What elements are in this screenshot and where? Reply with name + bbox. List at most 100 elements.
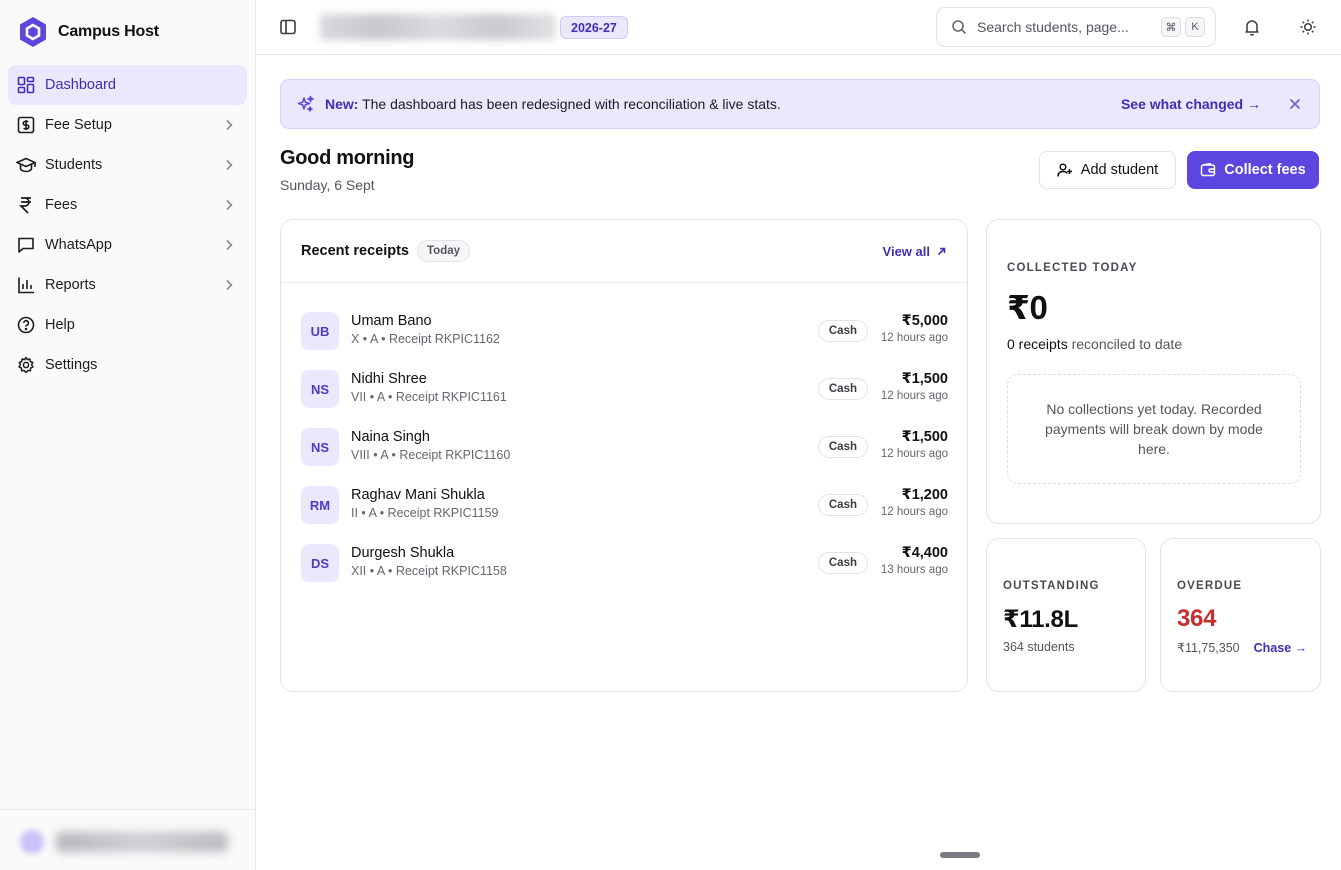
collected-today-label: COLLECTED TODAY bbox=[1007, 262, 1138, 274]
search-input[interactable] bbox=[977, 19, 1151, 35]
sidebar-item-fees[interactable]: Fees bbox=[8, 185, 247, 225]
user-profile[interactable] bbox=[0, 809, 256, 870]
reconciled-suffix: reconciled to date bbox=[1071, 336, 1183, 352]
student-name: Umam Bano bbox=[351, 313, 432, 329]
receipt-time: 13 hours ago bbox=[880, 564, 948, 576]
receipt-details: II • A • Receipt RKPIC1159 bbox=[351, 506, 499, 520]
avatar bbox=[20, 830, 44, 854]
sun-icon[interactable] bbox=[1298, 17, 1318, 37]
table-row[interactable]: DS Durgesh Shukla XII • A • Receipt RKPI… bbox=[301, 544, 948, 602]
sidebar-item-label: WhatsApp bbox=[45, 237, 112, 253]
student-name: Durgesh Shukla bbox=[351, 545, 455, 561]
student-avatar: NS bbox=[301, 370, 339, 408]
sidebar-item-dashboard[interactable]: Dashboard bbox=[8, 65, 247, 105]
view-all-label: View all bbox=[882, 243, 930, 259]
bell-icon[interactable] bbox=[1242, 17, 1262, 37]
receipt-details: VIII • A • Receipt RKPIC1160 bbox=[351, 448, 511, 462]
outstanding-students: 364 students bbox=[1003, 640, 1075, 654]
see-what-changed-link[interactable]: See what changed → bbox=[1121, 96, 1261, 112]
table-row[interactable]: RM Raghav Mani Shukla II • A • Receipt R… bbox=[301, 486, 948, 544]
sidebar-item-label: Dashboard bbox=[45, 77, 116, 93]
brand[interactable]: Campus Host bbox=[18, 16, 159, 48]
chase-link[interactable]: Chase → bbox=[1254, 641, 1308, 655]
rupee-icon bbox=[16, 195, 36, 215]
receipt-details: XII • A • Receipt RKPIC1158 bbox=[351, 564, 507, 578]
view-all-link[interactable]: View all bbox=[883, 244, 947, 259]
user-plus-icon bbox=[1057, 162, 1073, 178]
payment-mode-badge: Cash bbox=[817, 378, 868, 400]
table-row[interactable]: NS Naina Singh VIII • A • Receipt RKPIC1… bbox=[301, 428, 948, 486]
dashboard-grid-icon bbox=[16, 75, 36, 95]
close-icon[interactable] bbox=[1287, 96, 1303, 112]
sidebar-item-label: Reports bbox=[45, 277, 96, 293]
student-name: Nidhi Shree bbox=[351, 371, 427, 387]
empty-state: No collections yet today. Recorded payme… bbox=[1007, 374, 1301, 484]
message-square-icon bbox=[16, 235, 36, 255]
receipt-amount: ₹1,200 bbox=[901, 487, 948, 503]
sidebar-toggle-icon[interactable] bbox=[278, 17, 298, 37]
student-avatar: UB bbox=[301, 312, 339, 350]
receipts-list: UB Umam Bano X • A • Receipt RKPIC1162 C… bbox=[301, 312, 948, 602]
collected-today-card: COLLECTED TODAY ₹0 0 receipts reconciled… bbox=[986, 219, 1321, 524]
student-avatar: RM bbox=[301, 486, 339, 524]
academic-year-badge[interactable]: 2026-27 bbox=[560, 16, 628, 39]
overdue-amount: ₹11,75,350 bbox=[1177, 641, 1240, 655]
chevron-right-icon bbox=[221, 277, 237, 293]
receipt-amount: ₹1,500 bbox=[901, 429, 948, 445]
receipt-time: 12 hours ago bbox=[880, 332, 948, 344]
payment-mode-badge: Cash bbox=[817, 494, 868, 516]
sidebar-item-settings[interactable]: Settings bbox=[8, 345, 247, 385]
table-row[interactable]: NS Nidhi Shree VII • A • Receipt RKPIC11… bbox=[301, 370, 948, 428]
receipt-time: 12 hours ago bbox=[880, 390, 948, 402]
reconciled-summary: 0 receipts reconciled to date bbox=[1007, 336, 1182, 352]
outstanding-label: OUTSTANDING bbox=[1003, 580, 1100, 592]
sidebar-item-label: Settings bbox=[45, 357, 98, 373]
arrow-up-right-icon bbox=[936, 246, 947, 257]
collected-today-amount: ₹0 bbox=[1007, 289, 1048, 326]
overdue-card: OVERDUE 364 ₹11,75,350 Chase → bbox=[1160, 538, 1321, 692]
page-title: Good morning bbox=[280, 147, 415, 169]
table-row[interactable]: UB Umam Bano X • A • Receipt RKPIC1162 C… bbox=[301, 312, 948, 370]
current-date: Sunday, 6 Sept bbox=[280, 177, 375, 193]
campus-host-logo-icon bbox=[18, 16, 48, 48]
student-name: Raghav Mani Shukla bbox=[351, 487, 485, 503]
receipts-filter-badge: Today bbox=[417, 240, 471, 262]
receipt-time: 12 hours ago bbox=[880, 448, 948, 460]
sidebar-item-label: Students bbox=[45, 157, 103, 173]
add-student-button[interactable]: Add student bbox=[1039, 151, 1176, 189]
banner-message: The dashboard has been redesigned with r… bbox=[362, 96, 781, 112]
scroll-handle[interactable] bbox=[940, 852, 980, 858]
receipt-details: VII • A • Receipt RKPIC1161 bbox=[351, 390, 507, 404]
add-student-label: Add student bbox=[1080, 162, 1159, 178]
receipt-time: 12 hours ago bbox=[880, 506, 948, 518]
receipt-amount: ₹5,000 bbox=[901, 313, 948, 329]
empty-state-message: No collections yet today. Recorded payme… bbox=[1045, 401, 1263, 457]
payment-mode-badge: Cash bbox=[817, 436, 868, 458]
search-icon bbox=[951, 19, 967, 35]
receipt-amount: ₹4,400 bbox=[901, 545, 948, 561]
outstanding-card: OUTSTANDING ₹11.8L 364 students bbox=[986, 538, 1146, 692]
announcement-banner: New: The dashboard has been redesigned w… bbox=[280, 79, 1320, 129]
sidebar-item-fee-setup[interactable]: Fee Setup bbox=[8, 105, 247, 145]
sidebar-item-students[interactable]: Students bbox=[8, 145, 247, 185]
chevron-right-icon bbox=[221, 197, 237, 213]
student-avatar: DS bbox=[301, 544, 339, 582]
payment-mode-badge: Cash bbox=[817, 320, 868, 342]
school-name-redacted bbox=[320, 14, 556, 40]
payment-mode-badge: Cash bbox=[817, 552, 868, 574]
gear-icon bbox=[16, 355, 36, 375]
wallet-icon bbox=[1200, 162, 1216, 178]
sidebar-item-whatsapp[interactable]: WhatsApp bbox=[8, 225, 247, 265]
help-circle-icon bbox=[16, 315, 36, 335]
receipt-details: X • A • Receipt RKPIC1162 bbox=[351, 332, 500, 346]
sidebar-item-label: Fee Setup bbox=[45, 117, 112, 133]
sidebar-item-label: Help bbox=[45, 317, 75, 333]
receipts-title: Recent receipts bbox=[301, 243, 409, 259]
chevron-right-icon bbox=[221, 157, 237, 173]
chevron-right-icon bbox=[221, 237, 237, 253]
sidebar-item-help[interactable]: Help bbox=[8, 305, 247, 345]
collect-fees-button[interactable]: Collect fees bbox=[1187, 151, 1319, 189]
search-box[interactable]: ⌘ K bbox=[936, 7, 1216, 47]
student-name: Naina Singh bbox=[351, 429, 430, 445]
sidebar-item-reports[interactable]: Reports bbox=[8, 265, 247, 305]
